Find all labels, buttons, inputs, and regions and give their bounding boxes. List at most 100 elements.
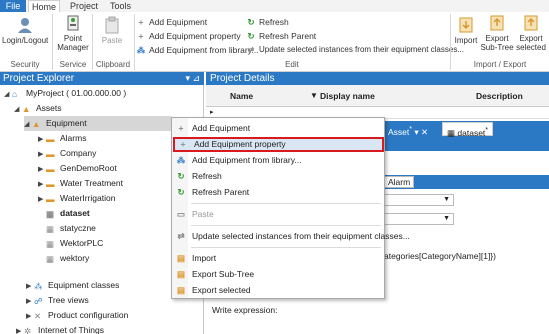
ribbon: Login/Logout Security Point Manager Serv… <box>0 12 549 72</box>
menu-item-import[interactable]: ▤ Import <box>173 251 384 266</box>
paste-icon: ▭ <box>176 209 186 219</box>
project-explorer-title: Project Explorer <box>3 73 75 84</box>
combo-box[interactable]: ▼ <box>384 213 454 225</box>
login-logout-label: Login/Logout <box>2 36 49 45</box>
tab-file[interactable]: File <box>0 0 26 12</box>
project-explorer-header: Project Explorer ▾ ⊿ <box>0 72 204 85</box>
grid-header: Name ▼ Display name Description <box>206 85 549 107</box>
menu-item-refresh[interactable]: ↻ Refresh <box>173 169 384 184</box>
collapse-icon[interactable]: ◢ <box>24 117 32 132</box>
paste-button[interactable]: Paste <box>96 16 128 45</box>
paste-icon <box>105 16 119 34</box>
tree-node-statyczne[interactable]: ▦ statyczne <box>46 221 96 236</box>
import-button[interactable]: Import <box>452 16 480 45</box>
plus-icon: + <box>178 123 184 133</box>
ribbon-update-selected[interactable]: ⇄ Update selected instances from their eq… <box>246 44 464 56</box>
user-icon <box>18 18 32 33</box>
tree-node-internet-of-things[interactable]: ▶ ✲ Internet of Things <box>16 323 104 334</box>
project-details-header: Project Details <box>206 72 549 85</box>
tree-node-company[interactable]: ▶ ▬ Company <box>38 146 96 161</box>
export-icon: ▤ <box>176 285 186 295</box>
login-logout-button[interactable]: Login/Logout <box>2 16 48 45</box>
export-icon: ▤ <box>176 269 186 279</box>
tab-tools[interactable]: Tools <box>104 0 137 12</box>
menu-item-update-selected[interactable]: ⇄ Update selected instances from their eq… <box>173 229 409 244</box>
export-subtree-button[interactable]: Export Sub-Tree <box>480 14 514 52</box>
collapse-icon[interactable]: ◢ <box>14 102 22 117</box>
folder-icon: ▬ <box>46 194 55 204</box>
tree-node-product-configuration[interactable]: ▶ ✕ Product configuration <box>26 308 128 323</box>
chevron-down-icon: ▼ <box>443 196 450 203</box>
menu-item-export-selected[interactable]: ▤ Export selected <box>173 283 384 298</box>
context-menu: + Add Equipment + Add Equipment property ⁂… <box>171 117 410 299</box>
paste-label: Paste <box>101 36 123 45</box>
plus-icon: + <box>138 17 144 27</box>
export-icon <box>490 15 504 31</box>
separator <box>450 14 451 70</box>
ribbon-refresh[interactable]: ↻ Refresh <box>246 16 288 28</box>
expand-icon[interactable]: ▶ <box>38 192 46 207</box>
expand-icon[interactable]: ▶ <box>16 324 24 334</box>
tree-node-dataset[interactable]: ▦ dataset <box>46 206 90 221</box>
library-icon: ⁂ <box>136 45 146 55</box>
update-icon: ⇄ <box>247 45 255 54</box>
tree-node-project[interactable]: ◢ ⌂ MyProject ( 01.00.000.00 ) <box>4 86 126 101</box>
refresh-icon: ↻ <box>177 187 185 197</box>
group-edit-label: Edit <box>285 60 299 69</box>
tree-node-equipment-classes[interactable]: ▶ ⁂ Equipment classes <box>26 278 119 293</box>
ribbon-add-equipment[interactable]: + Add Equipment <box>136 16 208 28</box>
export-subtree-label-2: Sub-Tree <box>480 43 514 52</box>
tree-node-wektorplc[interactable]: ▦ WektorPLC <box>46 236 103 251</box>
expand-icon[interactable]: ▶ <box>38 177 46 192</box>
expand-icon[interactable]: ▶ <box>38 162 46 177</box>
folder-icon: ▬ <box>46 164 55 174</box>
collapse-icon[interactable]: ◢ <box>4 87 12 102</box>
expand-icon[interactable]: ▶ <box>38 147 46 162</box>
tree-node-assets[interactable]: ◢ ▲ Assets <box>14 101 62 116</box>
menu-separator <box>191 247 381 248</box>
import-icon: ▤ <box>176 253 186 263</box>
pin-icon[interactable]: ▾ ⊿ <box>185 72 200 85</box>
point-manager-button[interactable]: Point Manager <box>56 14 90 52</box>
tree-node-gendemoroot[interactable]: ▶ ▬ GenDemoRoot <box>38 161 117 176</box>
tree-views-icon: ☍ <box>34 296 43 306</box>
tree-node-waterirrigation[interactable]: ▶ ▬ WaterIrrigation <box>38 191 115 206</box>
tab-project[interactable]: Project <box>64 0 104 12</box>
expand-icon[interactable]: ▶ <box>38 132 46 147</box>
import-icon <box>459 17 473 33</box>
tree-node-wektory[interactable]: ▦ wektory <box>46 251 89 266</box>
tree-node-equipment[interactable]: ◢ ▲ Equipment <box>24 116 172 131</box>
menu-item-export-subtree[interactable]: ▤ Export Sub-Tree <box>173 267 384 282</box>
point-manager-label-2: Manager <box>57 43 89 52</box>
menu-item-refresh-parent[interactable]: ↻ Refresh Parent <box>173 185 384 200</box>
doc-tab-asset[interactable]: Asset* ▾ ✕ <box>384 122 433 137</box>
filter-icon[interactable]: ▼ <box>310 91 318 100</box>
menu-item-add-equipment[interactable]: + Add Equipment <box>173 121 384 136</box>
ribbon-tab-bar: File Home Project Tools <box>0 0 549 12</box>
refresh-icon: ↻ <box>247 17 255 27</box>
menu-item-add-equipment-property[interactable]: + Add Equipment property <box>173 137 384 152</box>
ribbon-refresh-parent[interactable]: ↻ Refresh Parent <box>246 30 316 42</box>
expand-icon[interactable]: ▶ <box>26 294 34 309</box>
menu-item-add-equipment-from-library[interactable]: ⁂ Add Equipment from library... <box>173 153 384 168</box>
menu-item-paste[interactable]: ▭ Paste <box>173 207 384 222</box>
doc-tab-dataset[interactable]: ▦ dataset* <box>442 122 494 138</box>
ribbon-add-equipment-from-library[interactable]: ⁂ Add Equipment from library... <box>136 44 259 56</box>
tab-home[interactable]: Home <box>28 0 60 12</box>
assets-icon: ▲ <box>22 104 31 114</box>
column-display-name[interactable]: Display name <box>320 91 375 101</box>
tab-alarm[interactable]: Alarm <box>384 176 415 188</box>
expand-icon[interactable]: ▶ <box>26 309 34 324</box>
tree-node-tree-views[interactable]: ▶ ☍ Tree views <box>26 293 89 308</box>
combo-box[interactable]: ▼ <box>384 194 454 206</box>
export-selected-button[interactable]: Export selected <box>514 14 548 52</box>
column-name[interactable]: Name <box>230 91 253 101</box>
tree-node-water-treatment[interactable]: ▶ ▬ Water Treatment <box>38 176 123 191</box>
menu-separator <box>191 225 381 226</box>
wrench-icon: ✕ <box>34 311 42 321</box>
column-description[interactable]: Description <box>476 91 523 101</box>
ribbon-add-equipment-property[interactable]: + Add Equipment property <box>136 30 241 42</box>
tree-node-alarms[interactable]: ▶ ▬ Alarms <box>38 131 86 146</box>
expand-icon[interactable]: ▶ <box>26 279 34 294</box>
menu-separator <box>191 203 381 204</box>
